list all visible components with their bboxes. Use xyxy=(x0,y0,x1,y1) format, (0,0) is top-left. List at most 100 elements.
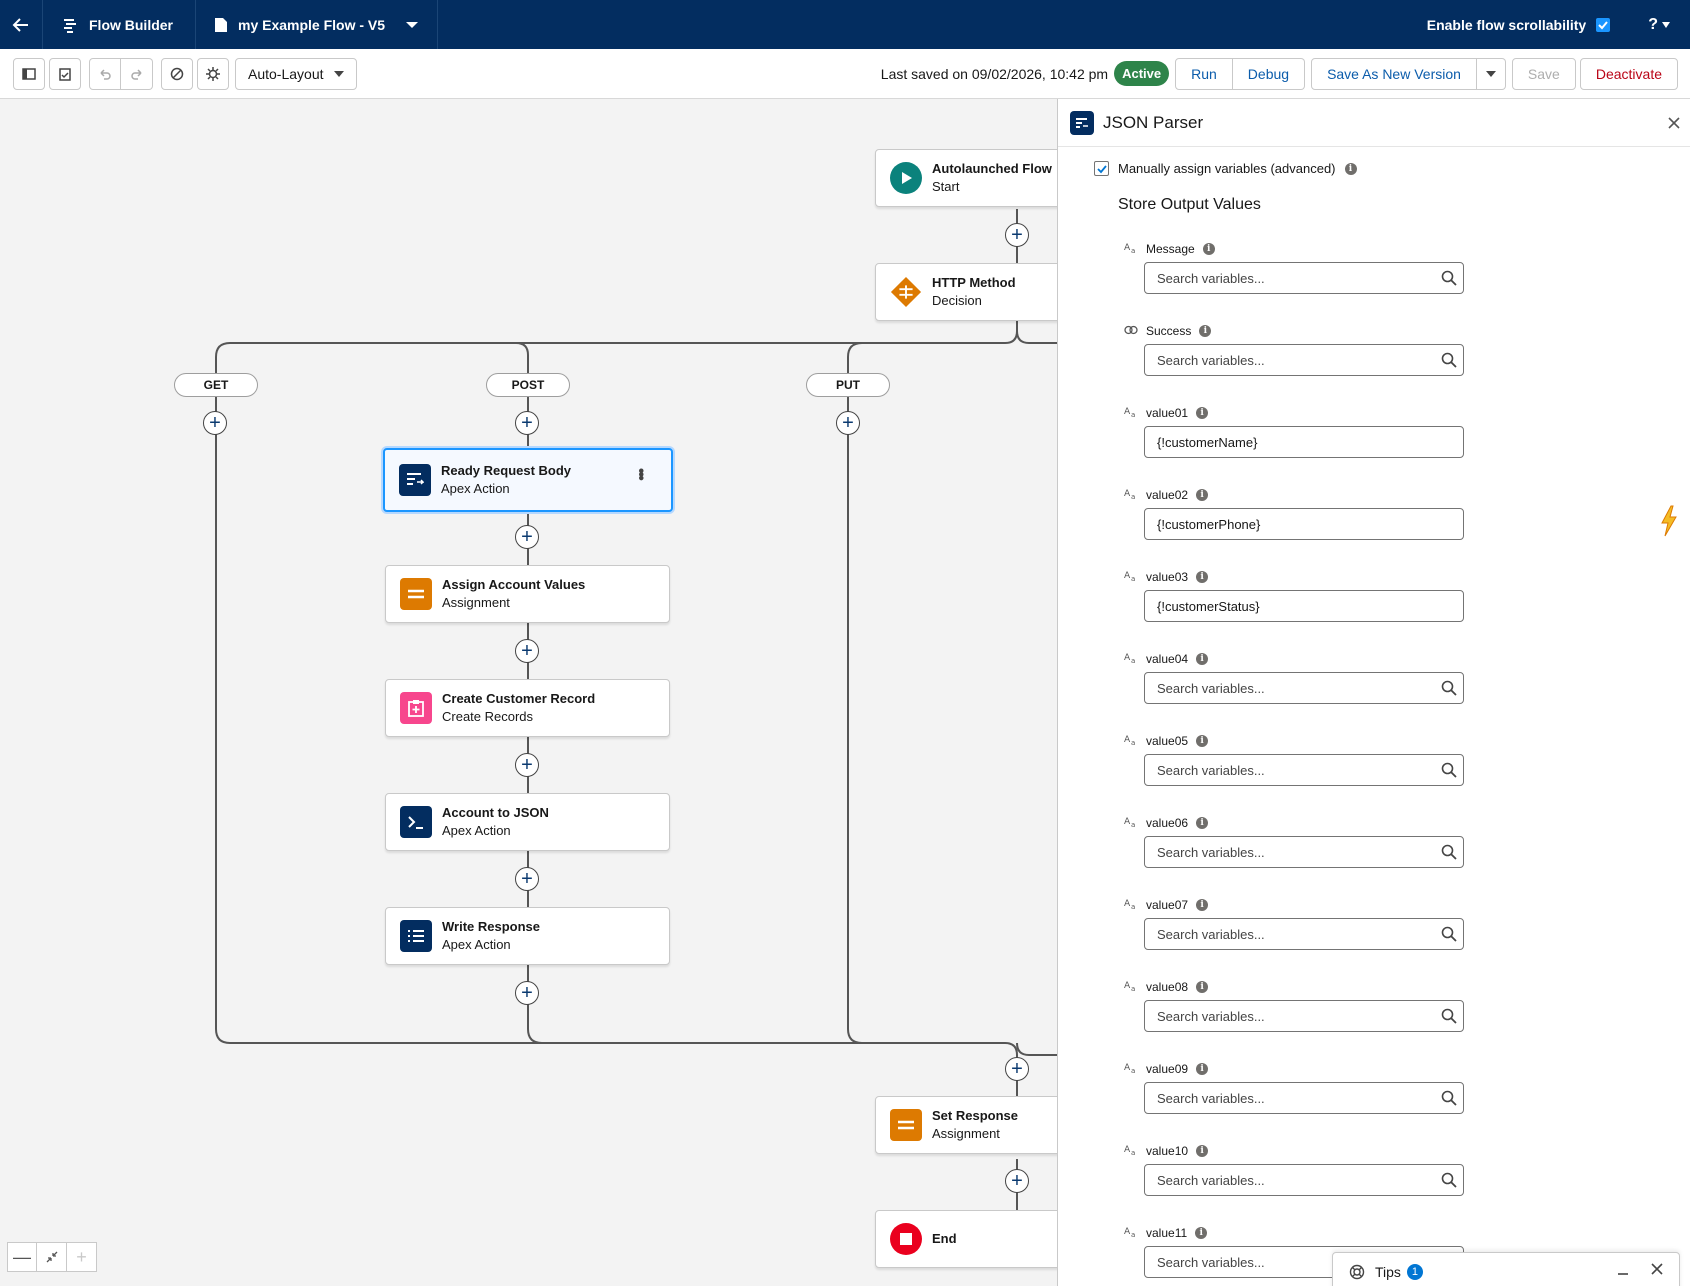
add-element-button[interactable]: + xyxy=(515,981,539,1005)
deactivate-button[interactable]: Deactivate xyxy=(1579,57,1678,90)
info-icon[interactable]: i xyxy=(1195,1227,1208,1239)
terminal-icon xyxy=(400,806,432,838)
lightning-icon[interactable] xyxy=(1660,505,1678,540)
variable-search-input[interactable]: Search variables... xyxy=(1144,672,1464,704)
search-icon xyxy=(1441,1008,1457,1027)
branch-label-put[interactable]: PUT xyxy=(806,373,890,397)
flow-name-menu[interactable]: my Example Flow - V5 xyxy=(196,0,439,49)
cancel-changes-button[interactable] xyxy=(161,57,193,90)
variable-search-input[interactable]: Search variables... xyxy=(1144,918,1464,950)
set-response-node[interactable]: Set Response Assignment xyxy=(875,1096,1057,1154)
manual-assign-checkbox[interactable] xyxy=(1094,161,1109,176)
add-element-button[interactable]: + xyxy=(515,639,539,663)
add-element-button[interactable]: + xyxy=(515,411,539,435)
ready-request-body-node[interactable]: Ready Request Body Apex Action ••• xyxy=(383,448,673,512)
flow-canvas[interactable]: GET POST PUT + + + + + + + + + + + Autol… xyxy=(0,99,1057,1286)
zoom-out-button[interactable]: — xyxy=(7,1242,37,1272)
property-editor-panel: JSON Parser Manually assign variables (a… xyxy=(1057,99,1690,1286)
field-label-row: Aa value03 i xyxy=(1124,567,1524,587)
search-icon xyxy=(1441,270,1457,289)
flow-settings-button[interactable] xyxy=(197,57,229,90)
info-icon[interactable]: i xyxy=(1196,571,1209,583)
text-type-icon: Aa xyxy=(1124,980,1138,995)
field-label: value01 xyxy=(1146,406,1189,420)
variable-search-input[interactable]: Search variables... xyxy=(1144,262,1464,294)
svg-text:a: a xyxy=(1131,657,1135,664)
variable-search-input[interactable]: Search variables... xyxy=(1144,1000,1464,1032)
info-icon[interactable]: i xyxy=(1196,735,1209,747)
info-icon[interactable]: i xyxy=(1196,489,1209,501)
variable-search-input[interactable]: Search variables... xyxy=(1144,344,1464,376)
info-icon[interactable]: i xyxy=(1199,325,1212,337)
zoom-in-button[interactable]: + xyxy=(67,1242,97,1272)
svg-text:a: a xyxy=(1131,575,1135,582)
branch-label-post[interactable]: POST xyxy=(486,373,570,397)
add-element-button[interactable]: + xyxy=(1005,1057,1029,1081)
add-element-button[interactable]: + xyxy=(1005,1169,1029,1193)
info-icon[interactable]: i xyxy=(1196,407,1209,419)
back-button[interactable] xyxy=(0,0,43,49)
field-placeholder: Search variables... xyxy=(1157,844,1265,860)
info-icon[interactable]: i xyxy=(1196,899,1209,911)
end-node[interactable]: End xyxy=(875,1210,1057,1268)
variable-search-input[interactable]: {!customerName} xyxy=(1144,426,1464,458)
start-node[interactable]: Autolaunched Flow Start xyxy=(875,149,1057,207)
close-icon[interactable] xyxy=(1651,1262,1663,1280)
layout-select[interactable]: Auto-Layout xyxy=(235,57,357,90)
info-icon[interactable]: i xyxy=(1202,243,1215,255)
variable-search-input[interactable]: Search variables... xyxy=(1144,1082,1464,1114)
field-label-row: Aa value11 i xyxy=(1124,1223,1524,1243)
add-element-button[interactable]: + xyxy=(515,525,539,549)
add-element-button[interactable]: + xyxy=(203,411,227,435)
node-subtitle: Apex Action xyxy=(442,937,511,952)
scrollability-checkbox[interactable] xyxy=(1596,17,1611,32)
add-element-button[interactable]: + xyxy=(515,867,539,891)
last-saved-text: Last saved on 09/02/2026, 10:42 pm xyxy=(880,65,1109,82)
account-to-json-node[interactable]: Account to JSON Apex Action xyxy=(385,793,670,851)
help-menu[interactable]: ? xyxy=(1648,16,1670,34)
info-icon[interactable]: i xyxy=(1196,1145,1209,1157)
minimize-icon[interactable] xyxy=(1617,1263,1629,1281)
add-element-button[interactable]: + xyxy=(836,411,860,435)
info-icon[interactable]: i xyxy=(1196,981,1209,993)
node-title: HTTP Method xyxy=(932,275,1016,290)
variable-search-input[interactable]: Search variables... xyxy=(1144,836,1464,868)
info-icon[interactable]: i xyxy=(1196,817,1209,829)
write-response-node[interactable]: Write Response Apex Action xyxy=(385,907,670,965)
undo-button[interactable] xyxy=(89,57,121,90)
status-badge: Active xyxy=(1114,61,1170,86)
assign-account-values-node[interactable]: Assign Account Values Assignment xyxy=(385,565,670,623)
node-subtitle: Start xyxy=(932,179,960,194)
redo-button[interactable] xyxy=(121,57,153,90)
info-icon[interactable]: i xyxy=(1196,1063,1209,1075)
variable-search-input[interactable]: {!customerStatus} xyxy=(1144,590,1464,622)
toggle-toolbox-button[interactable] xyxy=(13,57,45,90)
branch-label-get[interactable]: GET xyxy=(174,373,258,397)
field-placeholder: Search variables... xyxy=(1157,352,1265,368)
info-icon[interactable]: i xyxy=(1344,162,1357,175)
svg-text:A: A xyxy=(1124,1063,1131,1073)
fit-view-button[interactable] xyxy=(37,1242,67,1272)
chevron-down-icon xyxy=(1485,70,1496,77)
svg-text:A: A xyxy=(1124,571,1131,581)
debug-button[interactable]: Debug xyxy=(1232,57,1306,90)
svg-text:a: a xyxy=(1131,493,1135,500)
close-icon[interactable] xyxy=(1668,113,1680,134)
add-element-button[interactable]: + xyxy=(515,753,539,777)
tips-dock[interactable]: Tips 1 xyxy=(1332,1252,1680,1286)
text-type-icon: Aa xyxy=(1124,242,1138,257)
info-icon[interactable]: i xyxy=(1196,653,1209,665)
node-menu-icon[interactable]: ••• xyxy=(632,468,649,479)
variable-search-input[interactable]: Search variables... xyxy=(1144,754,1464,786)
run-button[interactable]: Run xyxy=(1175,57,1233,90)
create-customer-record-node[interactable]: Create Customer Record Create Records xyxy=(385,679,670,737)
output-field: Aa value02 i {!customerPhone} xyxy=(1124,485,1524,540)
variable-search-input[interactable]: Search variables... xyxy=(1144,1164,1464,1196)
decision-node[interactable]: HTTP Method Decision xyxy=(875,263,1057,321)
flow-check-button[interactable] xyxy=(49,57,81,90)
save-menu-button[interactable] xyxy=(1476,57,1506,90)
variable-search-input[interactable]: {!customerPhone} xyxy=(1144,508,1464,540)
add-element-button[interactable]: + xyxy=(1005,223,1029,247)
save-button[interactable]: Save xyxy=(1511,57,1576,90)
save-as-new-version-button[interactable]: Save As New Version xyxy=(1311,57,1477,90)
